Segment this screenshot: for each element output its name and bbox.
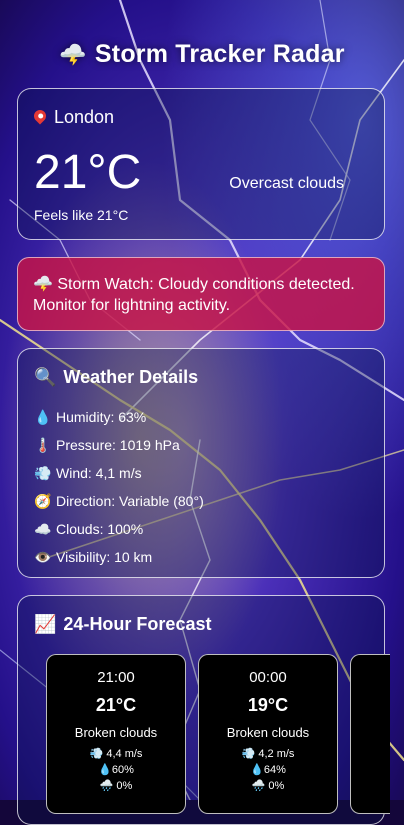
forecast-item[interactable]: 00:00 19°C Broken clouds 💨 4,2 m/s 💧64% … [198,654,338,814]
forecast-rain: 🌧️ 0% [251,780,285,792]
location: London [31,107,115,128]
lightning-cloud-icon: 🌩️ [59,42,87,67]
eye-icon: 👁️ [34,548,52,565]
wind-icon: 💨 [89,748,104,760]
forecast-time: 21:00 [97,669,135,686]
forecast-item[interactable]: 21:00 21°C Broken clouds 💨 4,4 m/s 💧60% … [46,654,186,814]
forecast-rain: 🌧️ 0% [99,780,133,792]
forecast-temp: 21°C [95,695,137,715]
detail-pressure: 🌡️ Pressure: 1019 hPa [34,436,180,454]
forecast-wind: 💨 4,2 m/s [241,748,295,760]
alert-text: Storm Watch: Cloudy conditions detected.… [33,276,355,314]
forecast-time: 00:00 [249,669,287,686]
thermometer-icon: 🌡️ [34,436,52,453]
detail-direction: 🧭 Direction: Variable (80°) [34,492,204,510]
forecast-item-partial[interactable] [350,654,390,814]
wind-icon: 💨 [34,464,52,481]
forecast-desc: Broken clouds [226,725,310,740]
section-title-forecast: 📈 24-Hour Forecast [34,614,212,634]
app-title: 🌩️ Storm Tracker Radar [59,40,345,68]
feels-like: Feels like 21°C [34,207,129,223]
detail-visibility: 👁️ Visibility: 10 km [34,548,153,566]
droplet-icon: 💧 [98,764,112,776]
forecast-humidity: 💧64% [250,764,286,776]
magnifier-icon: 🔍 [34,367,57,387]
current-temperature: 21°C [34,146,142,199]
rain-cloud-icon: 🌧️ [251,780,266,792]
detail-humidity: 💧 Humidity: 63% [34,408,147,426]
section-title-details: 🔍 Weather Details [34,367,199,387]
droplet-icon: 💧 [250,764,264,776]
storm-alert: 🌩️ Storm Watch: Cloudy conditions detect… [17,257,385,331]
forecast-humidity: 💧60% [98,764,134,776]
forecast-desc: Broken clouds [74,725,158,740]
current-weather-card: London 21°C Overcast clouds Feels like 2… [17,88,385,240]
lightning-cloud-icon: 🌩️ [33,276,53,293]
weather-description: Overcast clouds [229,175,344,192]
location-name: London [54,107,115,127]
forecast-temp: 19°C [247,695,289,715]
rain-cloud-icon: 🌧️ [99,780,114,792]
cloud-icon: ☁️ [34,520,52,537]
compass-icon: 🧭 [34,492,52,509]
weather-details-card: 🔍 Weather Details 💧 Humidity: 63% 🌡️ Press… [17,348,385,578]
detail-clouds: ☁️ Clouds: 100% [34,520,144,538]
forecast-card: 📈 24-Hour Forecast 21:00 21°C Broken clo… [17,595,390,825]
detail-wind: 💨 Wind: 4,1 m/s [34,464,142,482]
wind-icon: 💨 [241,748,256,760]
detail-list: 💧 Humidity: 63% 🌡️ Pressure: 1019 hPa 💨 Win… [34,403,204,571]
droplet-icon: 💧 [34,408,52,425]
location-pin-icon [31,107,49,124]
chart-up-icon: 📈 [34,614,57,634]
forecast-wind: 💨 4,4 m/s [89,748,143,760]
